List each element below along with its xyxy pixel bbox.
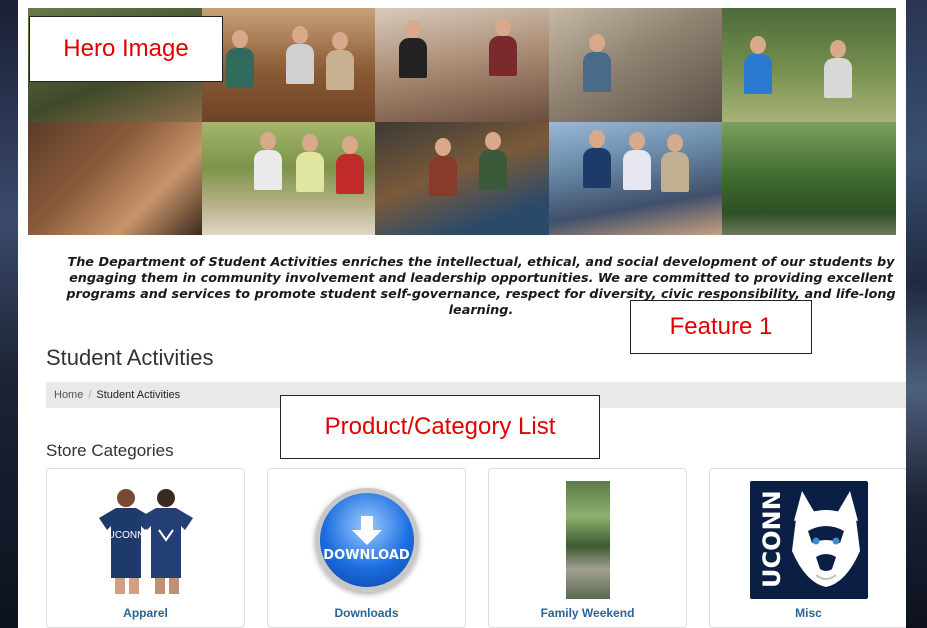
breadcrumb-current: Student Activities (96, 389, 181, 401)
husky-icon (791, 490, 860, 587)
category-card-misc[interactable]: UCONN Misc (709, 468, 906, 628)
page: Hero Image The Department of Student Act… (18, 0, 906, 628)
feature-annotation: Feature 1 (630, 300, 812, 354)
background-left (0, 0, 18, 628)
category-card-family-weekend[interactable]: Family Weekend (488, 468, 687, 628)
family-weekend-image[interactable] (489, 477, 686, 602)
hero-photo (375, 121, 549, 235)
hero-photo (201, 121, 376, 235)
hero-photo (548, 121, 723, 235)
hero-photo (548, 8, 723, 122)
hero-image-annotation: Hero Image (29, 16, 223, 82)
page-title: Student Activities (46, 345, 214, 370)
logo-text: UCONN (757, 489, 786, 588)
breadcrumb-separator: / (88, 389, 92, 401)
downloads-image[interactable]: DOWNLOAD (268, 477, 465, 602)
campus-photo-strip (565, 480, 610, 599)
uconn-husky-logo: UCONN (749, 480, 868, 599)
apparel-image[interactable]: UCONN (47, 477, 244, 602)
category-card-downloads[interactable]: DOWNLOAD Downloads (267, 468, 466, 628)
download-icon: DOWNLOAD (314, 487, 419, 592)
hero-photo (722, 8, 896, 122)
category-title-family-weekend[interactable]: Family Weekend (489, 606, 686, 620)
section-title: Store Categories (46, 441, 174, 460)
download-icon-text: DOWNLOAD (323, 548, 410, 563)
category-card-apparel[interactable]: UCONN Apparel (46, 468, 245, 628)
arrow-down-icon (351, 516, 382, 545)
hero-photo (722, 121, 896, 235)
category-title-downloads[interactable]: Downloads (268, 606, 465, 620)
category-list: UCONN Apparel DOWNLOAD Downloads Family … (46, 468, 906, 628)
breadcrumb-home-link[interactable]: Home (54, 389, 83, 401)
category-list-annotation: Product/Category List (280, 395, 600, 459)
svg-text:UCONN: UCONN (107, 530, 144, 541)
uconn-shirts-photo: UCONN (98, 488, 193, 594)
hero-photo (201, 8, 376, 122)
category-title-misc[interactable]: Misc (710, 606, 906, 620)
hero-photo (28, 121, 202, 235)
background-right (906, 0, 927, 628)
misc-image[interactable]: UCONN (710, 477, 906, 602)
category-title-apparel[interactable]: Apparel (47, 606, 244, 620)
hero-photo (375, 8, 549, 122)
